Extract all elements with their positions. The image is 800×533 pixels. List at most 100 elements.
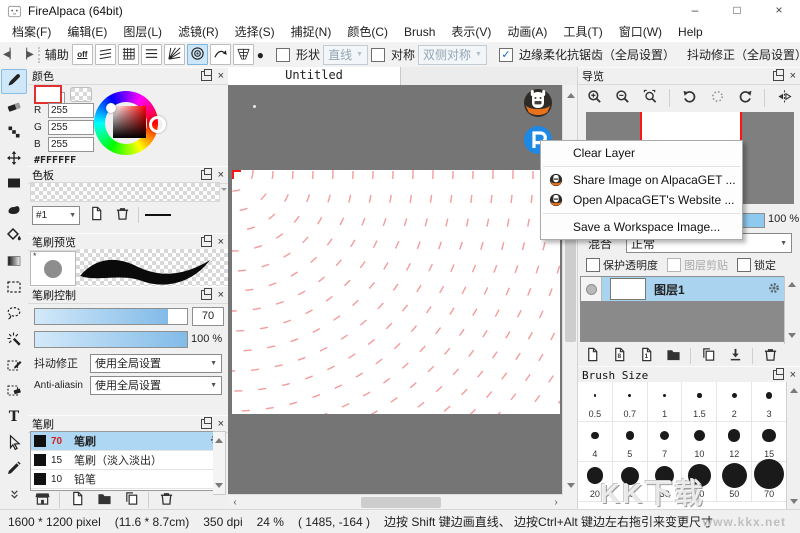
- brush-size-cell[interactable]: 10: [682, 422, 717, 462]
- wheel-marker[interactable]: [106, 103, 116, 113]
- close-panel-icon[interactable]: ×: [218, 71, 224, 81]
- bucket-tool-button[interactable]: [1, 224, 27, 249]
- brush-size-cell[interactable]: 7: [648, 422, 683, 462]
- duplicate-button[interactable]: [121, 491, 141, 510]
- canvas-horizontal-scrollbar[interactable]: ‹ ›: [228, 494, 563, 510]
- close-panel-icon[interactable]: ×: [790, 71, 796, 81]
- doc8-button[interactable]: 8: [609, 347, 629, 366]
- antialias-checkbox[interactable]: ✓: [499, 48, 513, 62]
- snap-off-button[interactable]: off: [72, 44, 93, 65]
- b-value-field[interactable]: 255: [48, 137, 94, 152]
- menu-item[interactable]: 编辑(E): [59, 22, 115, 42]
- select-pen-tool-button[interactable]: [1, 354, 27, 379]
- close-panel-icon[interactable]: ×: [218, 237, 224, 247]
- close-panel-icon[interactable]: ×: [218, 170, 224, 180]
- brush-size-cell[interactable]: 3: [752, 382, 787, 422]
- rotate-ccw-button[interactable]: [677, 86, 701, 110]
- document-tab[interactable]: Untitled: [228, 67, 401, 85]
- brush-size-cell[interactable]: 1.5: [682, 382, 717, 422]
- layer-gear-icon[interactable]: [767, 281, 781, 298]
- minimize-button[interactable]: –: [674, 0, 716, 22]
- close-panel-icon[interactable]: ×: [790, 370, 796, 380]
- brush-size-cell[interactable]: 2: [717, 382, 752, 422]
- layer-row[interactable]: 图层1: [581, 277, 797, 301]
- maximize-button[interactable]: □: [716, 0, 758, 22]
- pointer-tool-button[interactable]: [1, 431, 27, 456]
- rect-select-tool-button[interactable]: [1, 276, 27, 301]
- zoom-fit-button[interactable]: [638, 86, 662, 110]
- float-panel-icon[interactable]: [773, 71, 784, 81]
- more-tools-button[interactable]: [1, 483, 27, 508]
- eraser-tool-button[interactable]: [1, 95, 27, 120]
- snap-parallel-button[interactable]: [95, 44, 116, 65]
- canvas-viewport[interactable]: [228, 85, 563, 495]
- menu-item[interactable]: 滤镜(R): [170, 22, 227, 42]
- close-button[interactable]: ×: [758, 0, 800, 22]
- shape-select[interactable]: 直线▼: [323, 45, 368, 65]
- brush-size-cell[interactable]: 15: [752, 422, 787, 462]
- float-panel-icon[interactable]: [201, 290, 212, 300]
- symmetry-checkbox[interactable]: [371, 48, 385, 62]
- merge-down-button[interactable]: [725, 347, 745, 366]
- duplicate-button[interactable]: [698, 347, 718, 366]
- folder-button[interactable]: [663, 347, 683, 366]
- trash-button[interactable]: [156, 491, 176, 510]
- close-panel-icon[interactable]: ×: [218, 290, 224, 300]
- menu-item[interactable]: 图层(L): [115, 22, 170, 42]
- float-panel-icon[interactable]: [201, 170, 212, 180]
- menu-item[interactable]: Help: [670, 22, 711, 42]
- foreground-color-swatch[interactable]: [34, 85, 62, 104]
- document-canvas[interactable]: [232, 170, 560, 414]
- layer-checkbox-option[interactable]: 保护透明度: [586, 257, 658, 273]
- new-doc-button[interactable]: [86, 206, 106, 224]
- brush-size-slider[interactable]: [34, 308, 188, 325]
- layer-checkbox-option[interactable]: 锁定: [737, 257, 776, 273]
- context-menu-item[interactable]: Share Image on AlpacaGET ...: [541, 170, 742, 190]
- new-doc-button[interactable]: [582, 347, 602, 366]
- brush-dot-icon[interactable]: ●: [257, 48, 264, 62]
- layer-visibility-cell[interactable]: [581, 277, 602, 301]
- context-menu-item[interactable]: Clear Layer: [541, 143, 742, 163]
- brush-size-cell[interactable]: 0.7: [613, 382, 648, 422]
- brush-tool-button[interactable]: [1, 69, 27, 94]
- brush-size-cell[interactable]: 1: [648, 382, 683, 422]
- snap-crosshatch-button[interactable]: [118, 44, 139, 65]
- brush-size-cell[interactable]: 50: [717, 462, 752, 502]
- snap-concentric-button[interactable]: [187, 44, 208, 65]
- layer-checkbox-disabled[interactable]: 图层剪贴: [667, 257, 728, 273]
- saturation-value-square[interactable]: [113, 106, 146, 138]
- float-panel-icon[interactable]: [201, 419, 212, 429]
- brush-size-cell[interactable]: 5: [613, 422, 648, 462]
- smudge-tool-button[interactable]: [1, 198, 27, 223]
- next-tab-button[interactable]: ▕▶: [19, 49, 32, 60]
- lasso-select-tool-button[interactable]: [1, 302, 27, 327]
- horizontal-scroll-thumb[interactable]: [361, 497, 441, 508]
- trash-button[interactable]: [760, 347, 780, 366]
- palette-swatch-area[interactable]: [30, 182, 220, 202]
- snap-radial-button[interactable]: [164, 44, 185, 65]
- layer-list-scrollbar[interactable]: [784, 276, 798, 344]
- brush-size-cell[interactable]: 12: [717, 422, 752, 462]
- menu-item[interactable]: 颜色(C): [339, 22, 396, 42]
- scroll-up-icon[interactable]: [563, 85, 578, 99]
- float-panel-icon[interactable]: [773, 370, 784, 380]
- context-menu-item[interactable]: Save a Workspace Image...: [541, 217, 742, 237]
- select-eraser-tool-button[interactable]: [1, 380, 27, 405]
- palette-scroll-icon[interactable]: [221, 188, 227, 194]
- menu-item[interactable]: 选择(S): [227, 22, 283, 42]
- folder-button[interactable]: [94, 491, 114, 510]
- magic-wand-tool-button[interactable]: [1, 328, 27, 353]
- symmetry-select[interactable]: 双侧对称▼: [418, 45, 487, 65]
- scroll-left-icon[interactable]: ‹: [228, 495, 242, 510]
- brush-list-item[interactable]: 70笔刷: [31, 432, 225, 451]
- menu-item[interactable]: Brush: [396, 22, 443, 42]
- new-doc-button[interactable]: [67, 491, 87, 510]
- brush-list-item[interactable]: 15笔刷（淡入淡出）: [31, 451, 225, 470]
- brush-size-scrollbar[interactable]: [786, 382, 800, 510]
- brush-size-cell[interactable]: 0.5: [578, 382, 613, 422]
- zoom-in-button[interactable]: [582, 86, 606, 110]
- close-panel-icon[interactable]: ×: [218, 419, 224, 429]
- r-value-field[interactable]: 255: [48, 103, 94, 118]
- float-panel-icon[interactable]: [201, 71, 212, 81]
- brush-size-cell[interactable]: 4: [578, 422, 613, 462]
